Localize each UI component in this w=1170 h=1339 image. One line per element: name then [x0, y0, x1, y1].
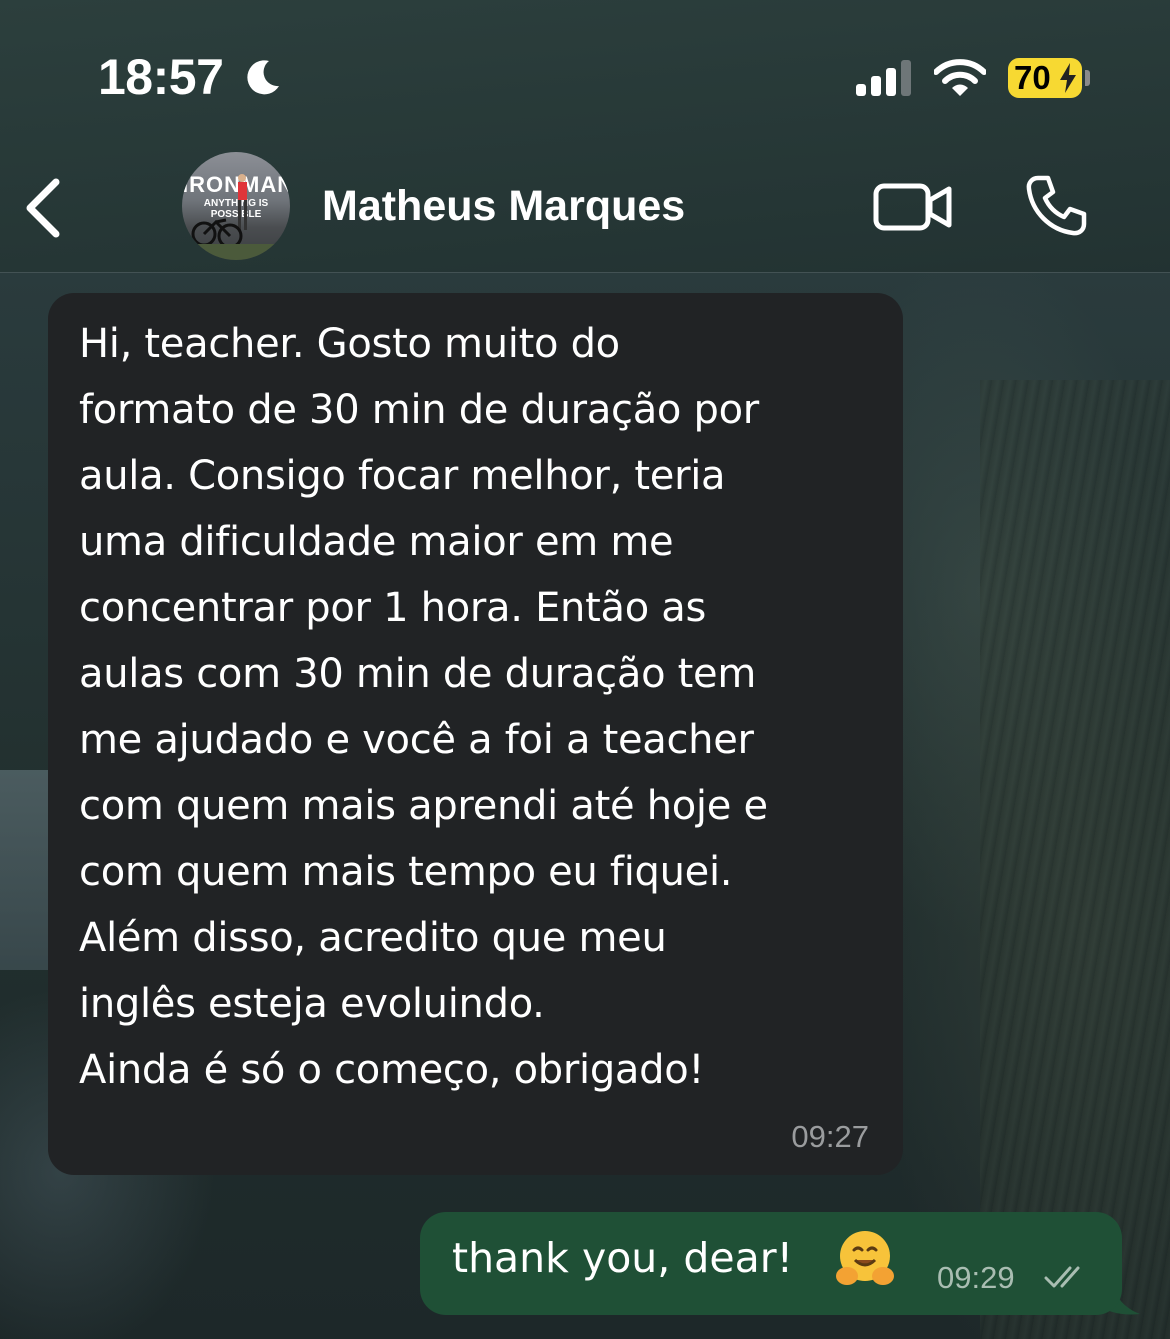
hugging-face-emoji — [836, 1231, 894, 1285]
chat-header: IRONMAN ANYTHING IS POSSIBLE Matheus Mar… — [0, 150, 1170, 273]
message-timestamp: 09:29 — [937, 1260, 1015, 1295]
contact-name[interactable]: Matheus Marques — [322, 182, 685, 231]
wifi-icon — [934, 59, 986, 96]
battery-percent: 70 — [1014, 59, 1051, 96]
wallpaper-rooftop — [0, 770, 48, 970]
moon-icon — [247, 60, 279, 95]
incoming-message-bubble[interactable]: Hi, teacher. Gosto muito do formato de 3… — [48, 293, 903, 1175]
cellular-signal-icon — [856, 60, 911, 96]
status-time: 18:57 — [98, 49, 224, 105]
avatar[interactable]: IRONMAN ANYTHING IS POSSIBLE — [182, 152, 290, 260]
outgoing-message-bubble[interactable]: thank you, dear! 09:29 — [420, 1212, 1122, 1315]
status-bar: 18:57 70 — [0, 0, 1170, 150]
message-timestamp: 09:27 — [791, 1119, 869, 1154]
phone-call-icon[interactable] — [1024, 174, 1088, 238]
message-text: thank you, dear! — [452, 1234, 794, 1282]
avatar-bike-figure — [182, 174, 290, 260]
battery-indicator: 70 — [1008, 58, 1082, 98]
video-call-icon[interactable] — [872, 180, 954, 234]
back-chevron-icon[interactable] — [22, 178, 62, 238]
charging-bolt-icon — [1060, 63, 1076, 93]
battery-nub — [1085, 70, 1090, 86]
wallpaper-cliff — [980, 380, 1170, 1339]
read-receipt-ticks-icon — [1044, 1266, 1080, 1288]
message-text: Hi, teacher. Gosto muito do formato de 3… — [79, 321, 768, 1093]
